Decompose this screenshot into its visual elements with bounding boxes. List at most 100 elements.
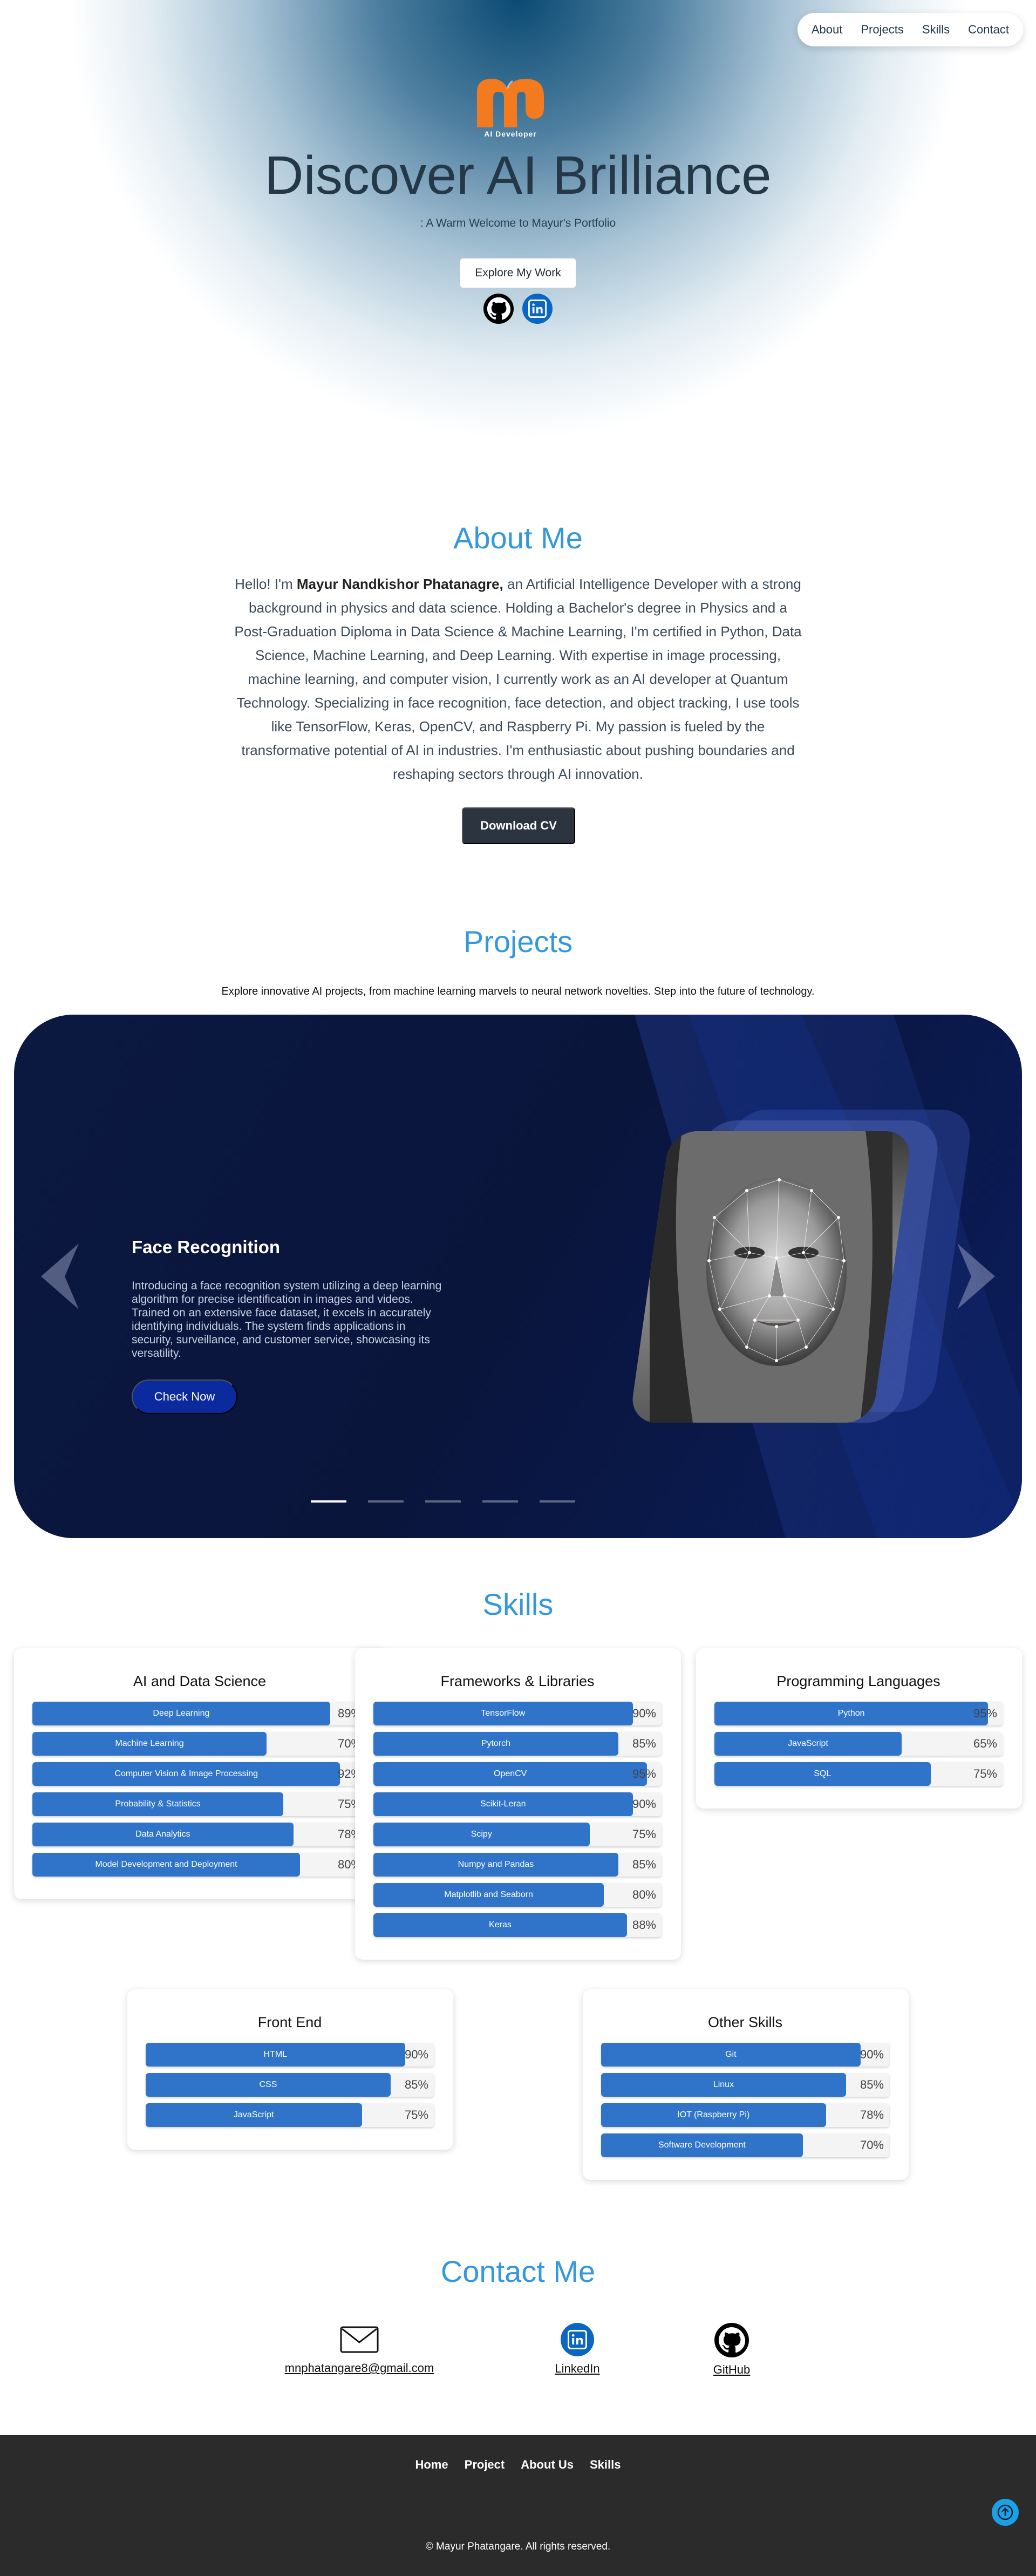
footer-link-about-us[interactable]: About Us <box>521 2458 574 2472</box>
skill-bar: CSS 85% <box>146 2073 434 2097</box>
skill-bar-percent: 75% <box>404 2108 428 2122</box>
skill-bar: Numpy and Pandas 85% <box>373 1853 662 1877</box>
carousel-prev-arrow-icon[interactable] <box>38 1241 81 1314</box>
skill-bar: Model Development and Deployment 80% <box>32 1853 367 1877</box>
skill-bar: Data Analytics 78% <box>32 1823 367 1846</box>
skill-bar: Linux 85% <box>601 2073 889 2097</box>
skill-bar-label: JavaScript <box>233 2110 274 2119</box>
slide-title: Face Recognition <box>132 1237 281 1257</box>
skills-card-title: Frameworks & Libraries <box>440 1673 595 1689</box>
skill-bar-label: TensorFlow <box>481 1709 526 1718</box>
carousel-dot[interactable] <box>368 1500 404 1503</box>
explore-my-work-button[interactable]: Explore My Work <box>460 258 576 288</box>
skill-bar-percent: 95% <box>973 1707 997 1720</box>
hero-social-links <box>483 294 553 324</box>
mail-icon <box>340 2326 379 2353</box>
contact-github-label[interactable]: GitHub <box>694 2363 769 2377</box>
skills-card-title: Programming Languages <box>776 1673 940 1689</box>
carousel-dot[interactable] <box>482 1500 518 1503</box>
skill-bar-percent: 95% <box>632 1767 656 1780</box>
footer-link-home[interactable]: Home <box>415 2458 448 2472</box>
footer-link-skills[interactable]: Skills <box>590 2458 621 2472</box>
skill-bar-label: Scipy <box>471 1830 492 1839</box>
skill-bar-percent: 90% <box>860 2048 884 2061</box>
scroll-to-top-button[interactable] <box>992 2499 1019 2526</box>
projects-subtitle: Explore innovative AI projects, from mac… <box>221 985 815 997</box>
skills-card-front-end: Front End HTML 90% CSS 85% JavaScript 75% <box>127 1989 453 2150</box>
skills-title: Skills <box>482 1587 554 1621</box>
skills-card-frameworks-libraries: Frameworks & Libraries TensorFlow 90% Pyto… <box>355 1648 681 1960</box>
contact-github[interactable]: GitHub <box>694 2323 769 2377</box>
linkedin-icon[interactable] <box>522 294 553 324</box>
skill-bar: Pytorch 85% <box>373 1732 662 1756</box>
skill-bar-label: Scikit-Leran <box>480 1799 526 1809</box>
about-intro: Hello! I'm <box>235 576 297 592</box>
skills-card-title: AI and Data Science <box>133 1673 267 1689</box>
contact-email-label[interactable]: mnphatangare8@gmail.com <box>284 2361 435 2375</box>
nav-contact[interactable]: Contact <box>968 23 1009 37</box>
about-name: Mayur Nandkishor Phatanagre, <box>296 576 503 592</box>
skill-bar-percent: 85% <box>632 1858 656 1871</box>
skill-bar-label: Machine Learning <box>115 1739 184 1748</box>
skill-bar: Git 90% <box>601 2043 889 2067</box>
slide-description: Introducing a face recognition system ut… <box>132 1280 442 1360</box>
check-now-button[interactable]: Check Now <box>132 1379 237 1414</box>
nav-about[interactable]: About <box>812 23 843 37</box>
skill-bar: Computer Vision & Image Processing 92% <box>32 1762 367 1786</box>
top-navigation: About Projects Skills Contact <box>797 13 1023 46</box>
skill-bar-percent: 85% <box>632 1737 656 1750</box>
skill-bar-label: Git <box>725 2050 737 2059</box>
skills-card-programming-languages: Programming Languages Python 95% JavaScrip… <box>696 1648 1022 1809</box>
skill-bar-percent: 90% <box>632 1707 656 1720</box>
skill-bar-percent: 70% <box>860 2138 884 2152</box>
skill-bar-label: Matplotlib and Seaborn <box>444 1890 533 1899</box>
github-icon[interactable] <box>483 294 514 324</box>
skill-bar: Deep Learning 89% <box>32 1702 367 1725</box>
carousel-dot[interactable] <box>425 1500 461 1503</box>
skill-bar: HTML 90% <box>146 2043 434 2067</box>
skill-bar-percent: 90% <box>632 1797 656 1811</box>
skills-card-title: Front End <box>257 2014 322 2030</box>
skill-bar-label: Model Development and Deployment <box>95 1860 237 1869</box>
contact-email[interactable]: mnphatangare8@gmail.com <box>284 2326 435 2375</box>
skill-bar-label: Data Analytics <box>135 1830 190 1839</box>
footer-link-project[interactable]: Project <box>465 2458 505 2472</box>
skill-bar-percent: 90% <box>404 2048 428 2061</box>
skill-bar-label: JavaScript <box>788 1739 828 1748</box>
linkedin-icon <box>561 2323 594 2356</box>
skill-bar: Scipy 75% <box>373 1823 662 1846</box>
about-text: Hello! I'm Mayur Nandkishor Phatanagre, … <box>232 572 804 786</box>
copyright-text: © Mayur Phatangare. All rights reserved. <box>425 2541 611 2552</box>
carousel-dot[interactable] <box>311 1500 346 1503</box>
download-cv-button[interactable]: Download CV <box>462 807 575 844</box>
skill-bar-percent: 88% <box>632 1918 656 1932</box>
skill-bar: JavaScript 65% <box>714 1732 1003 1756</box>
skill-bar: TensorFlow 90% <box>373 1702 662 1725</box>
contact-linkedin[interactable]: LinkedIn <box>540 2323 615 2376</box>
skill-bar-label: Pytorch <box>481 1739 511 1748</box>
hero-subtitle: : A Warm Welcome to Mayur's Portfolio <box>420 217 616 229</box>
skill-bar: OpenCV 95% <box>373 1762 662 1786</box>
skill-bar-label: Software Development <box>658 2140 746 2150</box>
projects-title: Projects <box>463 925 573 959</box>
skill-bar-label: HTML <box>263 2050 288 2059</box>
skill-bar: Machine Learning 70% <box>32 1732 367 1756</box>
skill-bar-label: CSS <box>259 2080 277 2089</box>
face-recognition-image <box>629 1131 913 1423</box>
skill-bar-percent: 80% <box>632 1888 656 1901</box>
logo-text: AI Developer <box>484 130 537 138</box>
carousel-next-arrow-icon[interactable] <box>955 1241 998 1314</box>
skill-bar: Probability & Statistics 75% <box>32 1792 367 1816</box>
skill-bar-percent: 85% <box>860 2078 884 2091</box>
github-icon <box>714 2323 749 2357</box>
carousel-dot[interactable] <box>540 1500 575 1503</box>
arrow-up-icon <box>997 2504 1013 2520</box>
skill-bar: Software Development 70% <box>601 2133 889 2157</box>
nav-skills[interactable]: Skills <box>922 23 950 37</box>
footer: Home Project About Us Skills © Mayur Pha… <box>0 2435 1036 2576</box>
contact-title: Contact Me <box>440 2254 596 2288</box>
skills-card-title: Other Skills <box>707 2014 783 2030</box>
nav-projects[interactable]: Projects <box>861 23 903 37</box>
skill-bar-percent: 75% <box>973 1767 997 1780</box>
contact-linkedin-label[interactable]: LinkedIn <box>540 2362 615 2376</box>
